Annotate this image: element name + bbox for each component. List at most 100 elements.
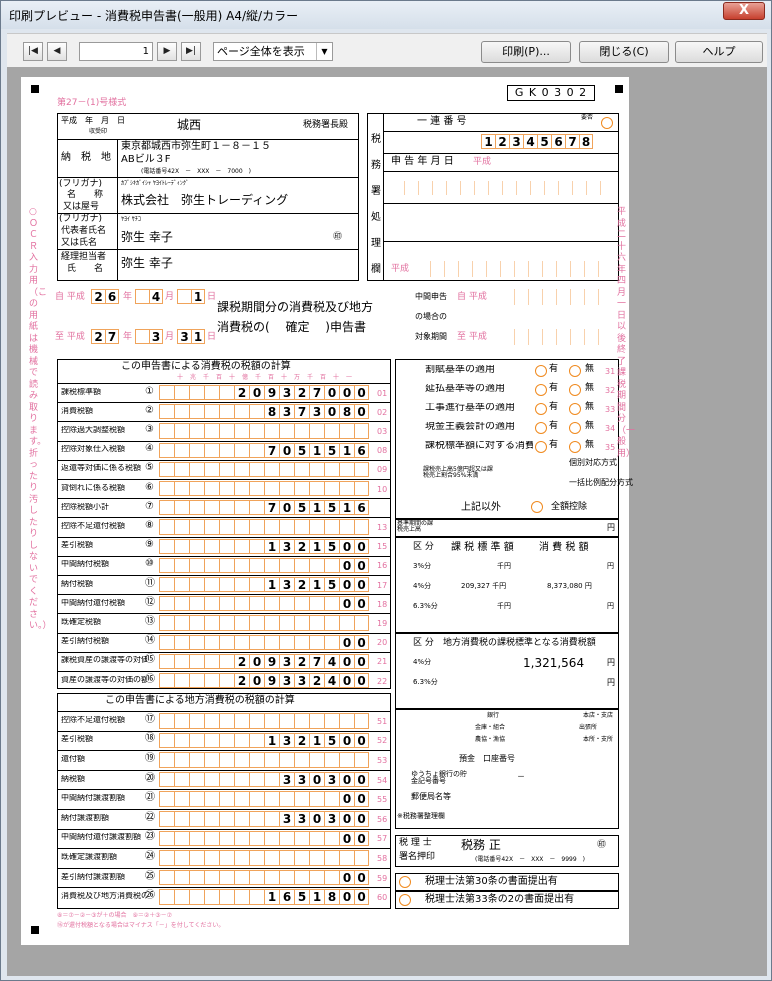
amount-digit: 1 bbox=[309, 538, 324, 554]
amount-digit bbox=[249, 596, 264, 612]
row-code: 02 bbox=[377, 407, 388, 417]
amount-digit bbox=[234, 423, 249, 439]
amount-digit: 7 bbox=[294, 404, 309, 420]
amount-digit bbox=[249, 519, 264, 535]
t1-tax-base: 209,327 千円 bbox=[461, 582, 507, 590]
amount-digit: 0 bbox=[249, 673, 264, 689]
amount-digit bbox=[324, 830, 339, 847]
amount-digit: 0 bbox=[354, 404, 369, 420]
option-label: 現金主義会計の適用 bbox=[425, 422, 515, 432]
seal-mark: ㊞ bbox=[333, 232, 343, 242]
amount-digit: 0 bbox=[339, 653, 354, 669]
amount-digit bbox=[264, 791, 279, 807]
amount-digit bbox=[189, 869, 204, 886]
print-button[interactable]: 印刷(P)... bbox=[481, 41, 571, 63]
amount-digit bbox=[234, 481, 249, 497]
amount-digit bbox=[204, 653, 219, 669]
amount-digit bbox=[264, 850, 279, 866]
art30-checkbox[interactable] bbox=[399, 876, 411, 888]
row-number: ⑥ bbox=[145, 481, 154, 493]
amount-digit bbox=[204, 596, 219, 612]
amount-digit bbox=[189, 811, 204, 827]
amount-digit bbox=[294, 713, 309, 729]
row-code: 20 bbox=[377, 638, 388, 648]
row-code: 21 bbox=[377, 657, 388, 667]
amount-digit bbox=[159, 557, 174, 573]
amount-digit: 5 bbox=[324, 732, 339, 749]
amount-digit bbox=[264, 752, 279, 768]
row-code: 01 bbox=[377, 388, 388, 398]
art33-checkbox[interactable] bbox=[399, 894, 411, 906]
row-number: ㉓ bbox=[145, 831, 155, 843]
first-page-button[interactable]: |◀ bbox=[23, 42, 43, 61]
row-divider bbox=[57, 498, 391, 500]
amount-digit bbox=[234, 752, 249, 768]
close-button[interactable]: 閉じる(C) bbox=[579, 41, 669, 63]
amount-digit bbox=[174, 423, 189, 439]
amount-digit bbox=[174, 538, 189, 554]
amount-digit bbox=[174, 850, 189, 866]
amount-digit bbox=[159, 519, 174, 535]
help-button[interactable]: ヘルプ bbox=[675, 41, 763, 63]
last-page-button[interactable]: ▶| bbox=[181, 42, 201, 61]
mid-label2: の場合の bbox=[415, 312, 447, 321]
option-yes-label: 有 bbox=[549, 421, 559, 431]
close-window-button[interactable]: X bbox=[723, 2, 765, 20]
row-divider bbox=[57, 711, 391, 712]
amount-digit bbox=[219, 653, 234, 669]
amount-digit bbox=[219, 791, 234, 807]
amount-digit bbox=[339, 519, 354, 535]
amount-digit bbox=[219, 889, 234, 905]
amount-digit: 0 bbox=[339, 673, 354, 689]
option-no-radio bbox=[569, 384, 581, 396]
option-yes-label: 有 bbox=[549, 440, 559, 450]
row-number: ① bbox=[145, 385, 154, 397]
amount-digit bbox=[264, 771, 279, 788]
row-number: ⑮ bbox=[145, 654, 155, 666]
amount-digit bbox=[249, 538, 264, 554]
amount-digit bbox=[219, 615, 234, 631]
amount-digit bbox=[234, 634, 249, 650]
amount-cells: 330300 bbox=[159, 771, 369, 788]
amount-digit bbox=[249, 500, 264, 516]
amount-digit bbox=[294, 850, 309, 866]
amount-cells: 1321500 bbox=[159, 732, 369, 749]
zoom-select[interactable]: ページ全体を表示 ▼ bbox=[213, 42, 333, 61]
page-number-input[interactable]: 1 bbox=[79, 42, 153, 61]
row-divider bbox=[57, 769, 391, 771]
amount-digit bbox=[324, 481, 339, 497]
amount-digit bbox=[159, 869, 174, 886]
amount-digit bbox=[294, 423, 309, 439]
tax-office: 城西 bbox=[177, 118, 202, 132]
amount-digit: 3 bbox=[324, 771, 339, 788]
chevron-down-icon: ▼ bbox=[316, 43, 332, 60]
option-no-label: 無 bbox=[585, 421, 595, 431]
amount-digit bbox=[219, 442, 234, 458]
row-code: 13 bbox=[377, 523, 388, 532]
tax-office-suffix: 税務署長殿 bbox=[303, 120, 349, 130]
prev-page-button[interactable]: ◀ bbox=[47, 42, 67, 61]
row-divider bbox=[57, 402, 391, 404]
amount-digit bbox=[264, 713, 279, 729]
amount-digit bbox=[339, 850, 354, 866]
amount-digit bbox=[309, 791, 324, 807]
address-line1: 東京都城西市弥生町１－８－１５ bbox=[121, 141, 271, 152]
title-bar: 印刷プレビュー - 消費税申告書(一般用) A4/縦/カラー X bbox=[1, 1, 771, 29]
amount-digit bbox=[189, 423, 204, 439]
row-label: 納付税額 bbox=[61, 579, 93, 588]
row-label: 中間納付税額 bbox=[61, 560, 109, 569]
amount-digit bbox=[159, 481, 174, 497]
option-label: 工事進行基準の適用 bbox=[425, 403, 515, 413]
amount-digit bbox=[249, 752, 264, 768]
amount-digit: 0 bbox=[354, 869, 369, 886]
tax-accountant-name: 税務 正 bbox=[461, 838, 501, 852]
next-page-button[interactable]: ▶ bbox=[157, 42, 177, 61]
amount-digit bbox=[309, 615, 324, 631]
amount-digit bbox=[249, 869, 264, 886]
amount-digit bbox=[159, 850, 174, 866]
row-number: ⑳ bbox=[145, 772, 155, 784]
amount-digit bbox=[174, 653, 189, 669]
amount-digit bbox=[159, 385, 174, 401]
side-note-right: 平成二十六年四月一日以後終了課税期間分（一般用） bbox=[617, 207, 636, 459]
option-code: 32 bbox=[605, 386, 616, 395]
